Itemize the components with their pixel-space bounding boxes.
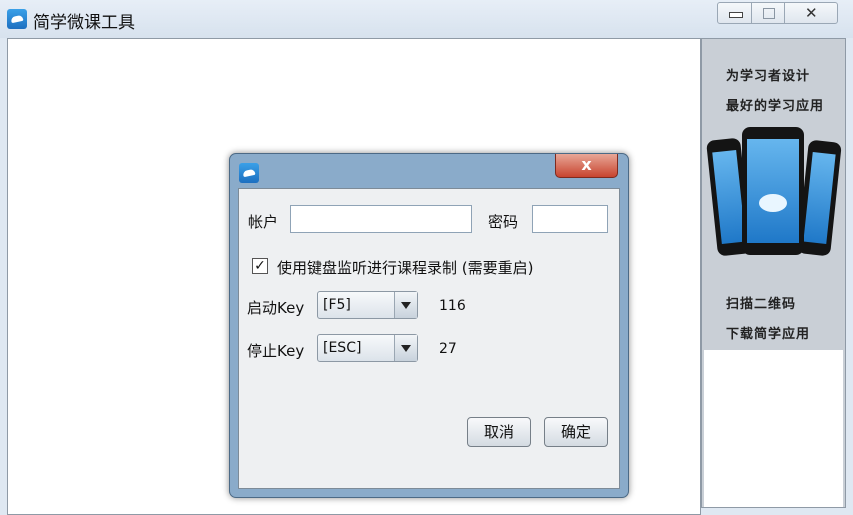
close-window-button[interactable]: ✕ [784,2,838,24]
dropdown-arrow-icon [394,292,417,318]
stop-key-code: 27 [439,341,457,357]
checkmark-icon: ✓ [254,258,266,274]
dropdown-arrow-icon [394,335,417,361]
minimize-button[interactable] [717,2,752,24]
stop-key-select[interactable]: [ESC] [317,334,418,362]
window-titlebar: 简学微课工具 ✕ [0,0,853,38]
stop-key-label: 停止Key [247,342,305,360]
account-input[interactable] [290,205,472,233]
slogan-line-2: 最好的学习应用 [726,99,825,114]
promo-sidebar: 为学习者设计 最好的学习应用 扫描二维码 下载简学应用 [701,38,846,508]
qr-code-area [704,350,843,507]
start-key-value: [F5] [323,297,351,313]
start-key-code: 116 [439,298,466,314]
keyboard-monitor-label: 使用键盘监听进行课程录制 (需要重启) [277,259,534,277]
account-label: 帐户 [248,213,279,231]
password-input[interactable] [532,205,608,233]
app-logo-icon [7,9,27,29]
phone-app-illustration [706,127,842,257]
confirm-button[interactable]: 确定 [544,417,608,447]
dialog-close-button[interactable]: x [555,154,618,178]
dialog-app-icon [239,163,259,183]
keyboard-monitor-checkbox[interactable]: ✓ [252,258,268,274]
phone-center-image [742,127,804,255]
window-title: 简学微课工具 [33,13,135,33]
start-key-select[interactable]: [F5] [317,291,418,319]
scan-line-2: 下载简学应用 [726,327,811,342]
scan-line-1: 扫描二维码 [726,297,797,312]
start-key-label: 启动Key [247,299,305,317]
dialog-body: 帐户 密码 ✓ 使用键盘监听进行课程录制 (需要重启) 启动Key [F5] 1… [238,188,620,489]
slogan-line-1: 为学习者设计 [726,69,811,84]
cancel-button[interactable]: 取消 [467,417,531,447]
stop-key-value: [ESC] [323,340,362,356]
close-icon: ✕ [805,4,818,22]
maximize-button[interactable] [751,2,785,24]
settings-dialog: x 帐户 密码 ✓ 使用键盘监听进行课程录制 (需要重启) 启动Key [F5]… [229,153,629,498]
password-label: 密码 [488,213,519,231]
